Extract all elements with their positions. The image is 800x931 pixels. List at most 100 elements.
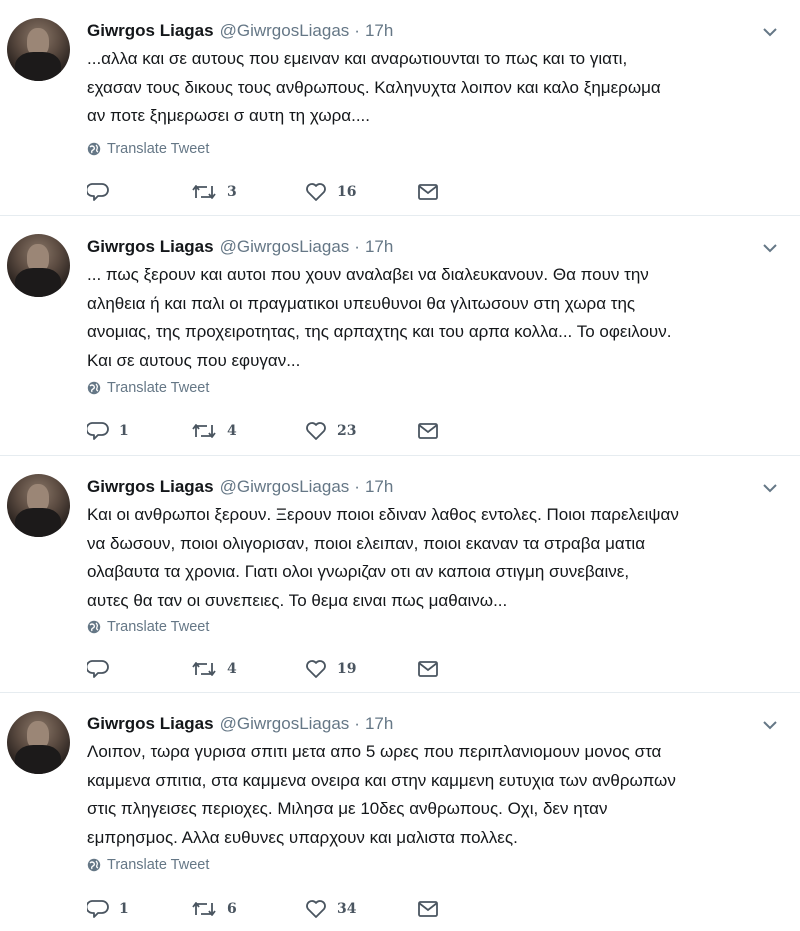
heart-icon bbox=[306, 183, 326, 201]
tweet-text-line: αυτες θα ταν οι συνεπειες. Το θεμα ειναι… bbox=[87, 590, 508, 610]
tweet-text-line: καμμενα σπιτια, στα καμμενα ονειρα και σ… bbox=[87, 770, 676, 790]
envelope-icon bbox=[418, 901, 438, 917]
translate-label: Translate Tweet bbox=[107, 619, 210, 635]
author-handle[interactable]: @GiwrgosLiagas bbox=[220, 237, 350, 257]
heart-icon bbox=[306, 422, 326, 440]
direct-message-button[interactable] bbox=[417, 183, 439, 201]
tweet-header: Giwrgos Liagas @GiwrgosLiagas · 17h bbox=[87, 236, 393, 258]
retweet-button[interactable]: 3 bbox=[191, 183, 237, 201]
reply-button[interactable] bbox=[87, 182, 119, 202]
retweet-icon bbox=[192, 185, 216, 199]
tweet-header: Giwrgos Liagas @GiwrgosLiagas · 17h bbox=[87, 713, 393, 735]
translate-tweet-link[interactable]: Translate Tweet bbox=[87, 616, 209, 638]
retweet-count: 6 bbox=[227, 901, 237, 917]
like-count: 23 bbox=[337, 423, 357, 439]
author-name[interactable]: Giwrgos Liagas bbox=[87, 714, 214, 734]
tweet-text: Και οι ανθρωποι ξερουν. Ξερουν ποιοι εδι… bbox=[87, 501, 777, 615]
avatar[interactable] bbox=[7, 711, 70, 774]
avatar[interactable] bbox=[7, 234, 70, 297]
heart-icon bbox=[306, 900, 326, 918]
reply-icon bbox=[87, 900, 109, 918]
reply-icon bbox=[87, 660, 109, 678]
tweet-actions: 3 16 bbox=[87, 179, 507, 205]
retweet-button[interactable]: 4 bbox=[191, 422, 237, 440]
author-handle[interactable]: @GiwrgosLiagas bbox=[220, 21, 350, 41]
like-button[interactable]: 19 bbox=[305, 659, 356, 679]
like-button[interactable]: 34 bbox=[305, 899, 356, 919]
author-name[interactable]: Giwrgos Liagas bbox=[87, 21, 214, 41]
tweet-text-line: Και οι ανθρωποι ξερουν. Ξερουν ποιοι εδι… bbox=[87, 505, 679, 524]
tweet-card[interactable]: Giwrgos Liagas @GiwrgosLiagas · 17h Και … bbox=[0, 456, 800, 693]
author-handle[interactable]: @GiwrgosLiagas bbox=[220, 477, 350, 497]
like-count: 34 bbox=[337, 901, 357, 917]
tweet-text: Λοιπον, τωρα γυρισα σπιτι μετα απο 5 ωρε… bbox=[87, 738, 777, 852]
direct-message-button[interactable] bbox=[417, 900, 439, 918]
tweet-text-line: να δωσουν, ποιοι ολιγορισαν, ποιοι ελειπ… bbox=[87, 533, 646, 553]
author-name[interactable]: Giwrgos Liagas bbox=[87, 237, 214, 257]
reply-button[interactable]: 1 bbox=[87, 899, 129, 919]
heart-icon bbox=[306, 660, 326, 678]
reply-count: 1 bbox=[119, 901, 129, 917]
retweet-count: 4 bbox=[227, 661, 237, 677]
retweet-count: 3 bbox=[227, 184, 237, 200]
tweet-text-line: ολαβαυτα τα χρονια. Γιατι ολοι γνωριζαν … bbox=[87, 562, 630, 581]
like-button[interactable]: 16 bbox=[305, 182, 356, 202]
avatar[interactable] bbox=[7, 18, 70, 81]
globe-icon bbox=[87, 858, 101, 872]
tweet-actions: 1 6 34 bbox=[87, 896, 507, 922]
tweet-header: Giwrgos Liagas @GiwrgosLiagas · 17h bbox=[87, 476, 393, 498]
retweet-icon bbox=[192, 902, 216, 916]
tweet-card[interactable]: Giwrgos Liagas @GiwrgosLiagas · 17h Λοιπ… bbox=[0, 693, 800, 931]
tweet-text-line: εμπρησμος. Αλλα ευθυνες υπαρχουν και μαλ… bbox=[87, 827, 518, 847]
tweet-text-line: Και σε αυτους που εφυγαν... bbox=[87, 350, 301, 370]
tweet-text-line: αν ποτε ξημερωσει σ αυτη τη χωρα.... bbox=[87, 106, 370, 125]
author-handle[interactable]: @GiwrgosLiagas bbox=[220, 714, 350, 734]
translate-label: Translate Tweet bbox=[107, 380, 210, 396]
tweet-text-line: αληθεια ή και παλι οι πραγματικοι υπευθυ… bbox=[87, 293, 636, 313]
translate-label: Translate Tweet bbox=[107, 857, 210, 873]
translate-tweet-link[interactable]: Translate Tweet bbox=[87, 138, 209, 160]
tweet-timestamp[interactable]: 17h bbox=[365, 714, 393, 734]
like-button[interactable]: 23 bbox=[305, 421, 356, 441]
globe-icon bbox=[87, 142, 101, 156]
chevron-down-icon[interactable] bbox=[762, 26, 778, 38]
retweet-icon bbox=[192, 424, 216, 438]
direct-message-button[interactable] bbox=[417, 422, 439, 440]
envelope-icon bbox=[418, 423, 438, 439]
tweet-timestamp[interactable]: 17h bbox=[365, 21, 393, 41]
tweet-timestamp[interactable]: 17h bbox=[365, 237, 393, 257]
avatar[interactable] bbox=[7, 474, 70, 537]
tweet-text-line: ανομιας, της προχειροτητας, της αρπαχτης… bbox=[87, 322, 672, 341]
reply-button[interactable] bbox=[87, 659, 119, 679]
tweet-text: ... πως ξερουν και αυτοι που χουν αναλαβ… bbox=[87, 261, 777, 375]
tweet-text: ...αλλα και σε αυτους που εμειναν και αν… bbox=[87, 45, 777, 131]
retweet-button[interactable]: 4 bbox=[191, 660, 237, 678]
envelope-icon bbox=[418, 184, 438, 200]
tweet-card[interactable]: Giwrgos Liagas @GiwrgosLiagas · 17h ...α… bbox=[0, 0, 800, 216]
reply-button[interactable]: 1 bbox=[87, 421, 129, 441]
tweet-actions: 4 19 bbox=[87, 656, 507, 682]
tweet-timestamp[interactable]: 17h bbox=[365, 477, 393, 497]
retweet-icon bbox=[192, 662, 216, 676]
translate-tweet-link[interactable]: Translate Tweet bbox=[87, 854, 209, 876]
translate-label: Translate Tweet bbox=[107, 141, 210, 157]
chevron-down-icon[interactable] bbox=[762, 482, 778, 494]
direct-message-button[interactable] bbox=[417, 660, 439, 678]
tweet-card[interactable]: Giwrgos Liagas @GiwrgosLiagas · 17h ... … bbox=[0, 216, 800, 456]
tweet-text-line: ...αλλα και σε αυτους που εμειναν και αν… bbox=[87, 49, 628, 68]
tweet-text-line: εχασαν τους δικους τους ανθρωπους. Καλην… bbox=[87, 77, 661, 97]
separator-dot: · bbox=[354, 237, 360, 256]
retweet-button[interactable]: 6 bbox=[191, 900, 237, 918]
separator-dot: · bbox=[354, 477, 360, 496]
author-name[interactable]: Giwrgos Liagas bbox=[87, 477, 214, 497]
globe-icon bbox=[87, 381, 101, 395]
like-count: 16 bbox=[337, 184, 357, 200]
tweet-actions: 1 4 23 bbox=[87, 418, 507, 444]
separator-dot: · bbox=[354, 21, 360, 40]
chevron-down-icon[interactable] bbox=[762, 719, 778, 731]
chevron-down-icon[interactable] bbox=[762, 242, 778, 254]
tweet-text-line: στις πληγεισες περιοχες. Μιλησα με 10δες… bbox=[87, 799, 608, 818]
reply-icon bbox=[87, 183, 109, 201]
translate-tweet-link[interactable]: Translate Tweet bbox=[87, 377, 209, 399]
globe-icon bbox=[87, 620, 101, 634]
